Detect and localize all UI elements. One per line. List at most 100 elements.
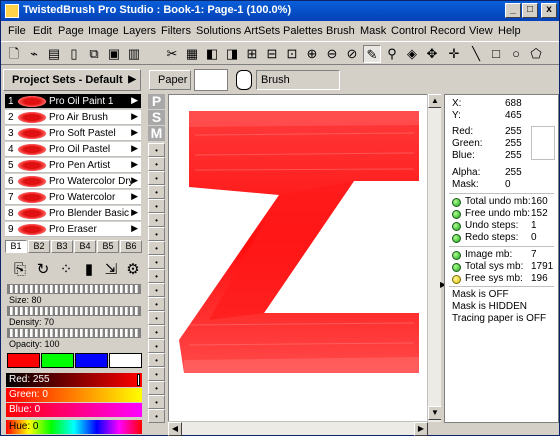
layer-slot-button[interactable]: • — [148, 395, 165, 409]
chevron-right-icon[interactable]: ▶ — [131, 127, 138, 138]
layer-slot-button[interactable]: • — [148, 227, 165, 241]
layer-slot-button[interactable]: • — [148, 325, 165, 339]
close-button[interactable]: x — [541, 3, 557, 18]
layer-slot-button[interactable]: • — [148, 255, 165, 269]
paste-icon[interactable]: ▣ — [105, 45, 123, 63]
psm-s[interactable]: S — [148, 110, 165, 125]
chevron-right-icon[interactable]: ▶ — [131, 143, 138, 154]
layer-slot-button[interactable]: • — [148, 171, 165, 185]
size-slider[interactable] — [7, 284, 141, 294]
red-slider[interactable]: Red: 255 — [6, 373, 142, 387]
zoom-in-icon[interactable]: ⊕ — [303, 45, 321, 63]
project-sets-header[interactable]: Project Sets - Default ▶ — [3, 69, 141, 91]
tab-bank-1[interactable]: B1 — [5, 240, 27, 253]
refresh-icon[interactable]: ↻ — [32, 259, 54, 281]
scroll-right-icon[interactable]: ▶ — [414, 422, 428, 436]
layer-slot-button[interactable]: • — [148, 283, 165, 297]
rect-icon[interactable]: □ — [487, 45, 505, 63]
menu-record[interactable]: Record — [430, 25, 465, 37]
layer-slot-button[interactable]: • — [148, 311, 165, 325]
menu-file[interactable]: File — [8, 25, 26, 37]
menu-control[interactable]: Control — [391, 25, 426, 37]
cut-icon[interactable]: ✂ — [163, 45, 181, 63]
blue-slider[interactable]: Blue: 0 — [6, 403, 142, 417]
brush-item[interactable]: 6 Pro Watercolor Dry ▶ — [5, 174, 141, 189]
chevron-right-icon[interactable]: ▶ — [131, 191, 138, 202]
dots-icon[interactable]: ⁘ — [55, 259, 77, 281]
horizontal-scrollbar[interactable]: ◀ ▶ — [168, 421, 428, 436]
brush-settings-icon[interactable]: ⎘ — [9, 259, 31, 281]
resize-icon[interactable]: ⇲ — [100, 259, 122, 281]
brush-item[interactable]: 5 Pro Pen Artist ▶ — [5, 158, 141, 173]
color-swatch-white[interactable] — [109, 353, 142, 368]
chevron-right-icon[interactable]: ▶ — [131, 159, 138, 170]
brush-item[interactable]: 1 Pro Oil Paint 1 ▶ — [5, 94, 141, 109]
paper-swatch[interactable] — [194, 69, 228, 91]
page-delete-icon[interactable]: ⊟ — [263, 45, 281, 63]
maximize-button[interactable]: □ — [522, 3, 538, 18]
copy-icon[interactable]: ⧉ — [85, 45, 103, 63]
layer-slot-button[interactable]: • — [148, 381, 165, 395]
color-swatch-red[interactable] — [7, 353, 40, 368]
painting-canvas[interactable] — [168, 94, 439, 422]
eyedropper-icon[interactable]: ⚲ — [383, 45, 401, 63]
page-next-icon[interactable]: ◨ — [223, 45, 241, 63]
layer-slot-button[interactable]: • — [148, 157, 165, 171]
scroll-left-icon[interactable]: ◀ — [168, 422, 182, 436]
menu-help[interactable]: Help — [498, 25, 521, 37]
brush-item[interactable]: 4 Pro Oil Pastel ▶ — [5, 142, 141, 157]
brush-item[interactable]: 9 Pro Eraser ▶ — [5, 222, 141, 237]
tab-bank-6[interactable]: B6 — [120, 240, 142, 253]
brush-tool-icon[interactable]: ✎ — [363, 45, 381, 63]
tab-bank-2[interactable]: B2 — [28, 240, 50, 253]
vertical-scrollbar[interactable]: ▲ ▼ — [427, 94, 442, 422]
tab-bank-5[interactable]: B5 — [97, 240, 119, 253]
zoom-fit-icon[interactable]: ⊘ — [343, 45, 361, 63]
line-icon[interactable]: ╲ — [467, 45, 485, 63]
psm-m[interactable]: M — [148, 126, 165, 141]
chevron-right-icon[interactable]: ▶ — [131, 95, 138, 106]
layers-icon[interactable]: ▥ — [125, 45, 143, 63]
page-prev-icon[interactable]: ◧ — [203, 45, 221, 63]
menu-mask[interactable]: Mask — [360, 25, 386, 37]
layer-slot-button[interactable]: • — [148, 269, 165, 283]
brush-item[interactable]: 8 Pro Blender Basic ▶ — [5, 206, 141, 221]
minimize-button[interactable]: _ — [505, 3, 521, 18]
menu-layers[interactable]: Layers — [123, 25, 156, 37]
polygon-icon[interactable]: ⬠ — [527, 45, 545, 63]
chevron-right-icon[interactable]: ▶ — [131, 175, 138, 186]
layer-slot-button[interactable]: • — [148, 409, 165, 423]
scroll-up-icon[interactable]: ▲ — [428, 94, 442, 108]
page-add-icon[interactable]: ⊞ — [243, 45, 261, 63]
menu-edit[interactable]: Edit — [33, 25, 52, 37]
layer-slot-button[interactable]: • — [148, 367, 165, 381]
layer-icon[interactable]: ▮ — [78, 259, 100, 281]
layer-slot-button[interactable]: • — [148, 199, 165, 213]
open-icon[interactable]: ⌁ — [25, 45, 43, 63]
scroll-down-icon[interactable]: ▼ — [428, 406, 442, 420]
opacity-slider[interactable] — [7, 328, 141, 338]
paper-button[interactable]: Paper — [149, 70, 191, 90]
layer-slot-button[interactable]: • — [148, 213, 165, 227]
new-page-icon[interactable]: 🗋 — [5, 45, 23, 63]
fill-icon[interactable]: ◈ — [403, 45, 421, 63]
color-swatch-blue[interactable] — [75, 353, 108, 368]
menu-palettes[interactable]: Palettes — [283, 25, 323, 37]
move-icon[interactable]: ✛ — [445, 45, 463, 63]
ellipse-icon[interactable]: ○ — [507, 45, 525, 63]
menu-artsets[interactable]: ArtSets — [244, 25, 280, 37]
density-slider[interactable] — [7, 306, 141, 316]
menu-filters[interactable]: Filters — [161, 25, 191, 37]
page-view-icon[interactable]: ⊡ — [283, 45, 301, 63]
menu-solutions[interactable]: Solutions — [196, 25, 241, 37]
save-icon[interactable]: ▤ — [45, 45, 63, 63]
menu-brush[interactable]: Brush — [326, 25, 355, 37]
chevron-right-icon[interactable]: ▶ — [131, 111, 138, 122]
brush-name-field[interactable]: Brush — [256, 70, 340, 90]
slider-handle[interactable] — [137, 374, 140, 386]
psm-p[interactable]: P — [148, 94, 165, 109]
layer-slot-button[interactable]: • — [148, 185, 165, 199]
menu-view[interactable]: View — [469, 25, 493, 37]
tab-bank-3[interactable]: B3 — [51, 240, 73, 253]
menu-page[interactable]: Page — [58, 25, 84, 37]
